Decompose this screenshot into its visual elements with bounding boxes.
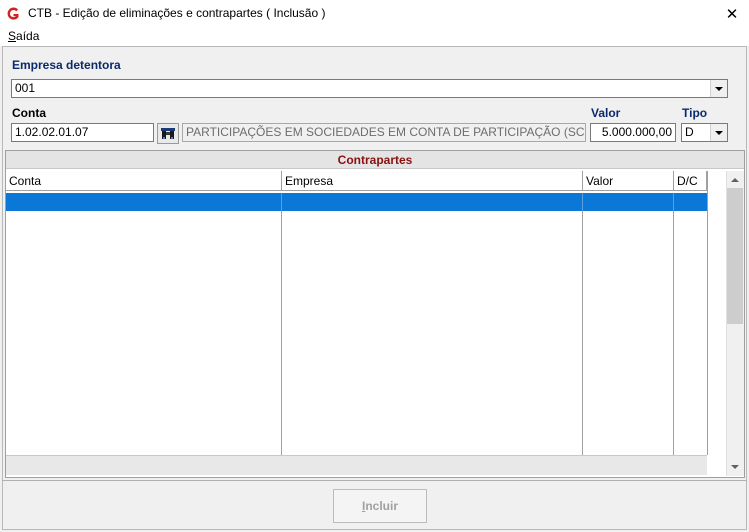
binoculars-icon — [161, 127, 175, 139]
column-header-conta[interactable]: Conta — [6, 171, 282, 191]
column-divider — [281, 211, 282, 455]
empresa-dropdown-button[interactable] — [710, 80, 727, 97]
conta-label: Conta — [12, 106, 46, 120]
window-title: CTB - Edição de eliminações e contrapart… — [28, 6, 326, 20]
valor-label: Valor — [591, 106, 621, 120]
table-row[interactable] — [6, 193, 707, 211]
conta-description: PARTICIPAÇÕES EM SOCIEDADES EM CONTA DE … — [182, 123, 586, 142]
conta-search-button[interactable] — [157, 123, 179, 144]
column-divider — [673, 211, 674, 455]
column-header-valor[interactable]: Valor — [583, 171, 674, 191]
column-divider — [707, 171, 708, 455]
column-header-empresa[interactable]: Empresa — [282, 171, 583, 191]
empresa-value: 001 — [15, 81, 36, 95]
scroll-down-button[interactable] — [729, 461, 741, 473]
empresa-select[interactable]: 001 — [11, 79, 728, 98]
column-divider — [582, 211, 583, 455]
chevron-down-icon — [731, 465, 739, 469]
divider — [2, 480, 747, 481]
tipo-dropdown-button[interactable] — [710, 124, 727, 141]
menu-item-saida[interactable]: Saída — [8, 29, 39, 43]
close-icon: ✕ — [725, 6, 739, 23]
empresa-label: Empresa detentora — [12, 58, 121, 72]
chevron-up-icon — [731, 178, 739, 182]
column-header-dc[interactable]: D/C — [674, 171, 707, 191]
scrollbar-thumb[interactable] — [727, 188, 743, 324]
menu-bar — [0, 28, 749, 46]
valor-value: 5.000.000,00 — [601, 125, 672, 139]
horizontal-scrollbar[interactable] — [6, 455, 707, 475]
conta-input[interactable]: 1.02.02.01.07 — [11, 123, 154, 142]
conta-value: 1.02.02.01.07 — [15, 125, 89, 139]
tipo-value: D — [685, 125, 694, 139]
tipo-label: Tipo — [682, 106, 708, 120]
close-button[interactable]: ✕ — [715, 0, 749, 28]
incluir-button[interactable]: Incluir — [333, 489, 427, 523]
chevron-down-icon — [715, 130, 723, 135]
app-logo-icon — [5, 6, 21, 22]
grid-column-headers: Conta Empresa Valor D/C — [6, 171, 707, 191]
scroll-up-button[interactable] — [729, 174, 741, 186]
grid-title: Contrapartes — [6, 151, 744, 169]
chevron-down-icon — [715, 86, 723, 91]
valor-input[interactable]: 5.000.000,00 — [590, 123, 676, 142]
